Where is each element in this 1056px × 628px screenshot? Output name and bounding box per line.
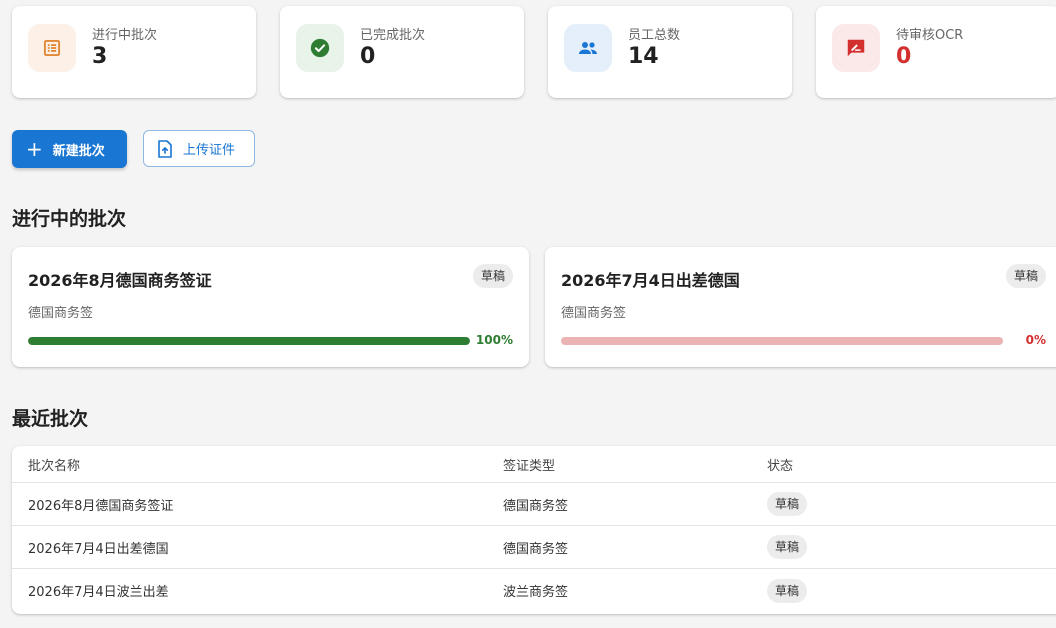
stat-card-pending-ocr[interactable]: 待审核OCR 0	[816, 6, 1056, 98]
cell-visa-type: 德国商务签	[503, 541, 569, 557]
stats-row: 进行中批次 3 已完成批次 0 员工总数 14 待审核OCR 0	[12, 6, 1056, 98]
table-header: 批次名称 签证类型 状态	[12, 446, 1056, 483]
plus-icon: +	[26, 137, 43, 161]
cell-status: 草稿	[767, 483, 808, 525]
progress-percent: 0%	[1025, 333, 1046, 347]
column-header-visa-type[interactable]: 签证类型	[503, 446, 555, 482]
cell-visa-type: 德国商务签	[503, 498, 569, 514]
cell-batch-name: 2026年8月德国商务签证	[28, 498, 174, 514]
stat-card-in-progress[interactable]: 进行中批次 3	[12, 6, 256, 98]
cell-status: 草稿	[767, 569, 808, 612]
stat-label: 进行中批次	[92, 28, 158, 43]
stat-value: 3	[92, 44, 108, 69]
stat-label: 员工总数	[628, 28, 681, 43]
status-badge: 草稿	[767, 535, 808, 559]
upload-document-button[interactable]: 上传证件	[143, 130, 255, 167]
new-batch-label: 新建批次	[52, 143, 105, 159]
recent-batches-title: 最近批次	[12, 408, 89, 430]
stat-label: 已完成批次	[360, 28, 426, 43]
table-row[interactable]: 2026年7月4日出差德国 德国商务签 草稿	[12, 526, 1056, 569]
cell-status: 草稿	[767, 526, 808, 568]
people-icon	[564, 24, 612, 72]
recent-batches-table: 批次名称 签证类型 状态 2026年8月德国商务签证 德国商务签 草稿 2026…	[12, 446, 1056, 614]
progress-percent: 100%	[475, 333, 513, 347]
table-row[interactable]: 2026年8月德国商务签证 德国商务签 草稿	[12, 483, 1056, 526]
batch-visa-type: 德国商务签	[561, 306, 627, 321]
upload-file-icon	[158, 139, 172, 158]
status-badge: 草稿	[472, 264, 513, 288]
progress-track	[561, 337, 1003, 345]
stat-card-employees[interactable]: 员工总数 14	[548, 6, 792, 98]
stat-label: 待审核OCR	[896, 28, 964, 43]
progress-fill	[28, 337, 470, 345]
rate-review-icon	[832, 24, 880, 72]
batch-card[interactable]: 2026年8月德国商务签证 草稿 德国商务签 100%	[12, 247, 529, 367]
active-batches-title: 进行中的批次	[12, 208, 127, 230]
cell-batch-name: 2026年7月4日波兰出差	[28, 585, 169, 600]
batch-name: 2026年8月德国商务签证	[28, 271, 212, 290]
new-batch-button[interactable]: + 新建批次	[12, 130, 127, 168]
status-badge: 草稿	[1005, 264, 1046, 288]
column-header-name[interactable]: 批次名称	[28, 446, 80, 482]
check-circle-icon	[296, 24, 344, 72]
batch-visa-type: 德国商务签	[28, 306, 94, 321]
cell-visa-type: 波兰商务签	[503, 585, 569, 600]
table-row[interactable]: 2026年7月4日波兰出差 波兰商务签 草稿	[12, 569, 1056, 612]
stat-value: 14	[628, 44, 659, 69]
stat-value: 0	[896, 44, 912, 69]
progress-track	[28, 337, 470, 345]
stat-value: 0	[360, 44, 376, 69]
upload-document-label: 上传证件	[183, 143, 236, 158]
column-header-status[interactable]: 状态	[767, 446, 793, 482]
list-alt-icon	[28, 24, 76, 72]
batch-name: 2026年7月4日出差德国	[561, 271, 740, 290]
status-badge: 草稿	[767, 578, 808, 603]
batch-card[interactable]: 2026年7月4日出差德国 草稿 德国商务签 0%	[545, 247, 1056, 367]
status-badge: 草稿	[767, 492, 808, 516]
stat-card-completed[interactable]: 已完成批次 0	[280, 6, 524, 98]
cell-batch-name: 2026年7月4日出差德国	[28, 541, 169, 557]
